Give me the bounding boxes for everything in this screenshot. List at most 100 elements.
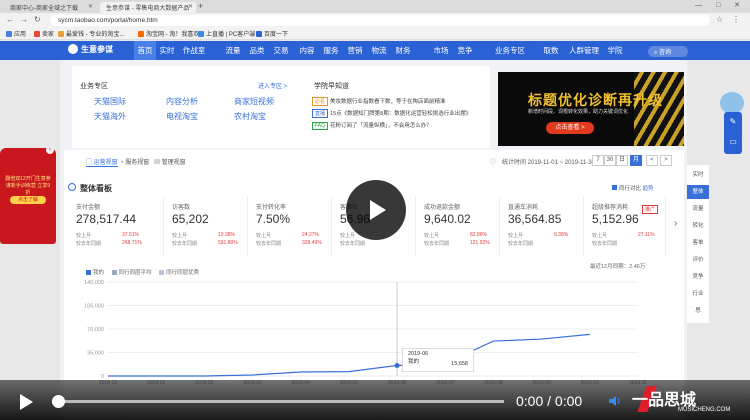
url-input[interactable]: sycm.taobao.com/portal/home.htm [50,15,710,26]
quick-nav-item[interactable]: 评价 [687,253,709,267]
cloud-icon[interactable] [720,92,744,114]
quick-nav-item[interactable]: 转化 [687,219,709,233]
business-item-content-analysis[interactable]: 内容分析 [166,96,198,107]
metric-tile[interactable]: 直通车消耗 36,564.85 较上月 6.38% 较去年同期 [502,196,584,256]
bookmark-item[interactable]: 上直播 | PC客户端 [198,29,255,38]
nav-data-fetch[interactable]: 取数 [542,41,560,60]
metric-yoy-label: 较去年同期 [340,241,366,247]
tab-operations[interactable]: ▢ 运营视窗 [86,157,118,167]
academy-news-item[interactable]: FAQ 花粉订阅了「流量纵横」，不会用怎么办？ [312,121,432,130]
nav-search[interactable]: ⌕ 咨询 [648,46,688,57]
forward-icon[interactable]: → [20,15,28,24]
float-tools[interactable]: ✎ ▭ [724,112,742,154]
metric-tile[interactable]: 访客数 65,202 较上月 13.38% 较去年同期 591.80% [166,196,248,256]
business-item-tmall-global[interactable]: 天猫国际 [94,96,126,107]
close-icon[interactable]: ✕ [188,3,193,10]
reload-icon[interactable]: ↻ [34,15,41,24]
business-zone-enter-link[interactable]: 进入专区 > [258,81,287,90]
nav-finance[interactable]: 财务 [394,41,412,60]
bookmark-item[interactable]: 百度一下 [256,29,288,38]
metric-value: 65,202 [172,212,209,226]
metric-tile[interactable]: 成功退款金额 9,640.02 较上月 82.86% 较去年同期 121.92% [418,196,500,256]
academy-news-item[interactable]: 直播 15点《数据知门牌第8期：数据化运营轻松挑选行业出摆》 [312,109,471,118]
new-tab-button[interactable]: + [198,1,203,11]
quick-nav-item[interactable]: 行业 [687,287,709,301]
metric-yoy-label: 较去年同期 [76,241,102,247]
trend-link[interactable]: 趋势 [643,186,654,192]
next-period-button[interactable]: > [660,155,672,166]
nav-logistics[interactable]: 物流 [370,41,388,60]
business-item-short-video[interactable]: 商家短视频 [234,96,274,107]
nav-service[interactable]: 服务 [322,41,340,60]
business-item-tmall-overseas[interactable]: 天猫海外 [94,111,126,122]
business-item-rural-taobao[interactable]: 农村淘宝 [234,111,266,122]
chevron-right-icon[interactable]: › [674,218,677,229]
nav-marketing[interactable]: 营销 [346,41,364,60]
brand-logo[interactable]: 生意参谋 [68,44,113,55]
nav-warroom[interactable]: 作战室 [180,41,208,60]
browser-tab[interactable]: 商家中心-商家全域之下载 ✕ [4,2,96,13]
banner-cta-button[interactable]: 点击查看 > [546,122,594,134]
volume-icon[interactable] [608,394,622,408]
video-progress-bar[interactable] [52,400,504,403]
nav-content[interactable]: 内容 [298,41,316,60]
nav-crowd-management[interactable]: 人群管理 [566,41,602,60]
nav-realtime[interactable]: 实时 [158,41,176,60]
quick-nav-item[interactable]: 实时 [687,168,709,182]
period-month[interactable]: 月 [630,155,642,166]
period-30-days[interactable]: 30 [604,155,616,166]
legend-swatch [159,270,165,275]
quick-nav-item[interactable]: 整体 [687,185,709,199]
metric-yoy-label: 较去年同期 [172,241,198,247]
bookmark-apps[interactable]: 应用 [6,29,26,38]
news-tag: 直播 [312,109,329,118]
period-7-days[interactable]: 7 [592,155,604,166]
period-day[interactable]: 日 [616,155,628,166]
quick-nav-item[interactable]: 思 [687,304,709,318]
browser-tab-active[interactable]: 生意参谋 - 零售电商大数据产品 ✕ [100,2,196,13]
academy-news-item[interactable]: 必看 美妆数据行业指数看下数，等于在掏店面前精准 [312,97,446,106]
back-icon[interactable]: ← [6,15,14,24]
chart-tooltip: 2019-06 我的 15,658 [402,348,474,372]
nav-market[interactable]: 市场 [432,41,450,60]
chat-icon[interactable]: ▭ [724,132,742,152]
menu-icon[interactable]: ⋮ [732,15,740,24]
window-controls[interactable]: — □ ✕ [695,1,746,9]
prev-period-button[interactable]: < [646,155,658,166]
star-icon[interactable]: ☆ [716,15,723,24]
metric-tile[interactable]: 支付转化率 7.50% 较上月 24.27% 较去年同期 328.49% [250,196,332,256]
nav-category[interactable]: 品类 [248,41,266,60]
close-icon[interactable]: ✕ [88,3,93,10]
peer-compare-toggle[interactable]: 同行对比 趋势 [612,184,654,192]
y-tick-label: 105,000 [84,304,104,310]
bookmark-item[interactable]: 卖家 [34,29,54,38]
quick-nav-item[interactable]: 竞争 [687,270,709,284]
nav-home[interactable]: 首页 [134,41,156,60]
play-button[interactable] [20,394,33,410]
series-line-mine[interactable] [108,333,590,377]
nav-competition[interactable]: 竞争 [456,41,474,60]
business-item-tv-taobao[interactable]: 电视淘宝 [166,111,198,122]
video-progress-handle[interactable] [52,395,65,408]
metric-value: 9,640.02 [424,212,471,226]
metric-tile[interactable]: 支付金额 278,517.44 较上月 37.51% 较去年同期 268.71% [70,196,164,256]
left-ad-button[interactable]: 点击了解 [10,196,46,204]
nav-traffic[interactable]: 流量 [224,41,242,60]
edit-icon[interactable]: ✎ [724,112,742,132]
overview-title: 整体看板 [80,184,112,193]
data-point[interactable] [394,362,400,368]
metric-mom-value: 37.51% [122,232,139,238]
tab-management[interactable]: ▤ 管理视窗 [154,157,186,166]
nav-trade[interactable]: 交易 [272,41,290,60]
trend-chart[interactable]: 035,00070,000105,000140,0002018-122019-0… [68,276,683,386]
bookmark-icon [138,31,144,37]
quick-nav-item[interactable]: 流量 [687,202,709,216]
bookmark-item[interactable]: 最爱钱 - 专业的淘宝... [58,29,124,38]
nav-business-zone[interactable]: 业务专区 [492,41,528,60]
nav-academy[interactable]: 学院 [606,41,624,60]
close-icon[interactable]: × [46,146,54,154]
bookmark-item[interactable]: 淘宝网 - 淘！我喜欢 [138,29,199,38]
quick-nav-item[interactable]: 客单 [687,236,709,250]
info-icon[interactable]: ⓘ [490,157,496,166]
tab-service[interactable]: ◔ 服务视窗 [120,157,149,166]
